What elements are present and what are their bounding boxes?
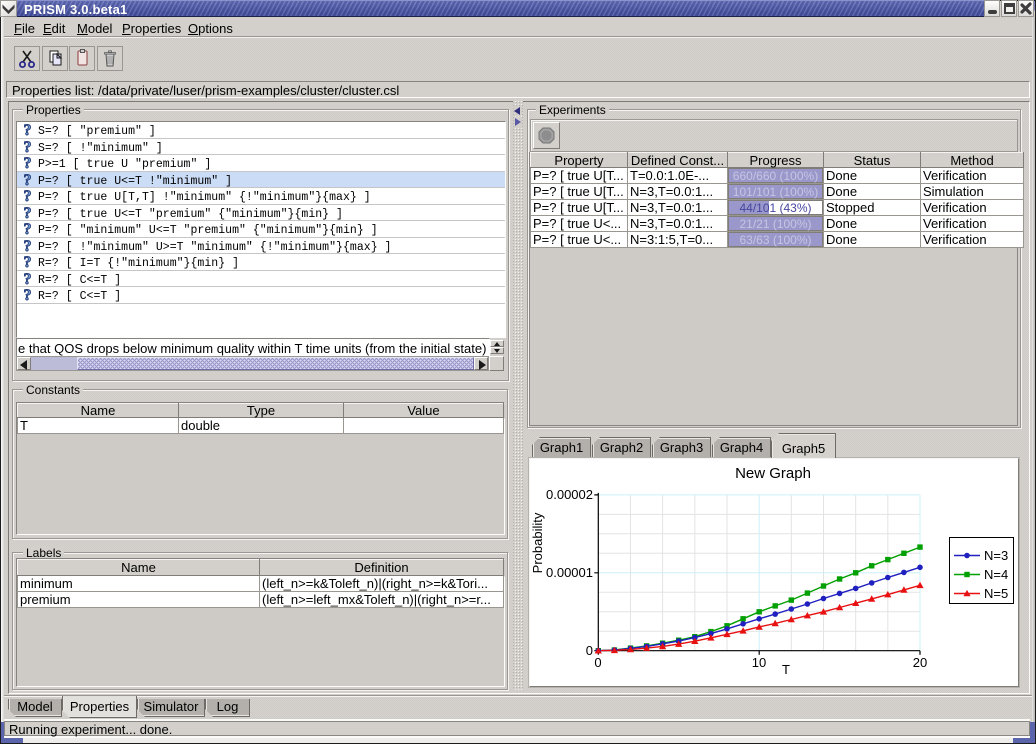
svg-text:New Graph: New Graph <box>735 465 811 482</box>
svg-text:0: 0 <box>586 643 593 658</box>
svg-text:10: 10 <box>752 655 766 670</box>
svg-text:N=3: N=3 <box>984 548 1008 563</box>
svg-text:0: 0 <box>594 655 601 670</box>
svg-text:0.00001: 0.00001 <box>546 565 593 580</box>
svg-text:T: T <box>782 662 790 677</box>
svg-text:Probability: Probability <box>530 512 545 573</box>
svg-text:0.00002: 0.00002 <box>546 487 593 502</box>
svg-text:N=5: N=5 <box>984 586 1008 601</box>
svg-text:N=4: N=4 <box>984 567 1008 582</box>
svg-text:20: 20 <box>913 655 927 670</box>
